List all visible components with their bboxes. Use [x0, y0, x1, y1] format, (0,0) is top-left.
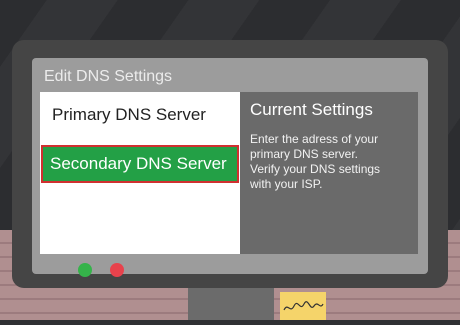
dns-server-list: Primary DNS Server Secondary DNS Server [40, 92, 240, 254]
info-line: primary DNS server. [250, 147, 359, 161]
current-settings-heading: Current Settings [250, 100, 373, 119]
red-button[interactable] [110, 263, 124, 277]
sticky-note [280, 292, 326, 320]
green-button[interactable] [78, 263, 92, 277]
info-line: Verify your DNS settings [250, 162, 381, 176]
primary-dns-server-item[interactable]: Primary DNS Server [40, 100, 240, 130]
window-title: Edit DNS Settings [44, 68, 173, 85]
info-line: with your ISP. [250, 177, 323, 191]
dns-settings-window: Edit DNS Settings Primary DNS Server Sec… [32, 58, 428, 277]
info-line: Enter the adress of your [250, 132, 379, 146]
secondary-dns-server-item[interactable]: Secondary DNS Server [41, 145, 239, 183]
monitor: Edit DNS Settings Primary DNS Server Sec… [12, 40, 448, 288]
current-settings-text: Enter the adress of your primary DNS ser… [250, 132, 410, 192]
signature-scribble-icon [283, 301, 324, 311]
current-settings-panel: Current Settings Enter the adress of you… [240, 92, 418, 254]
